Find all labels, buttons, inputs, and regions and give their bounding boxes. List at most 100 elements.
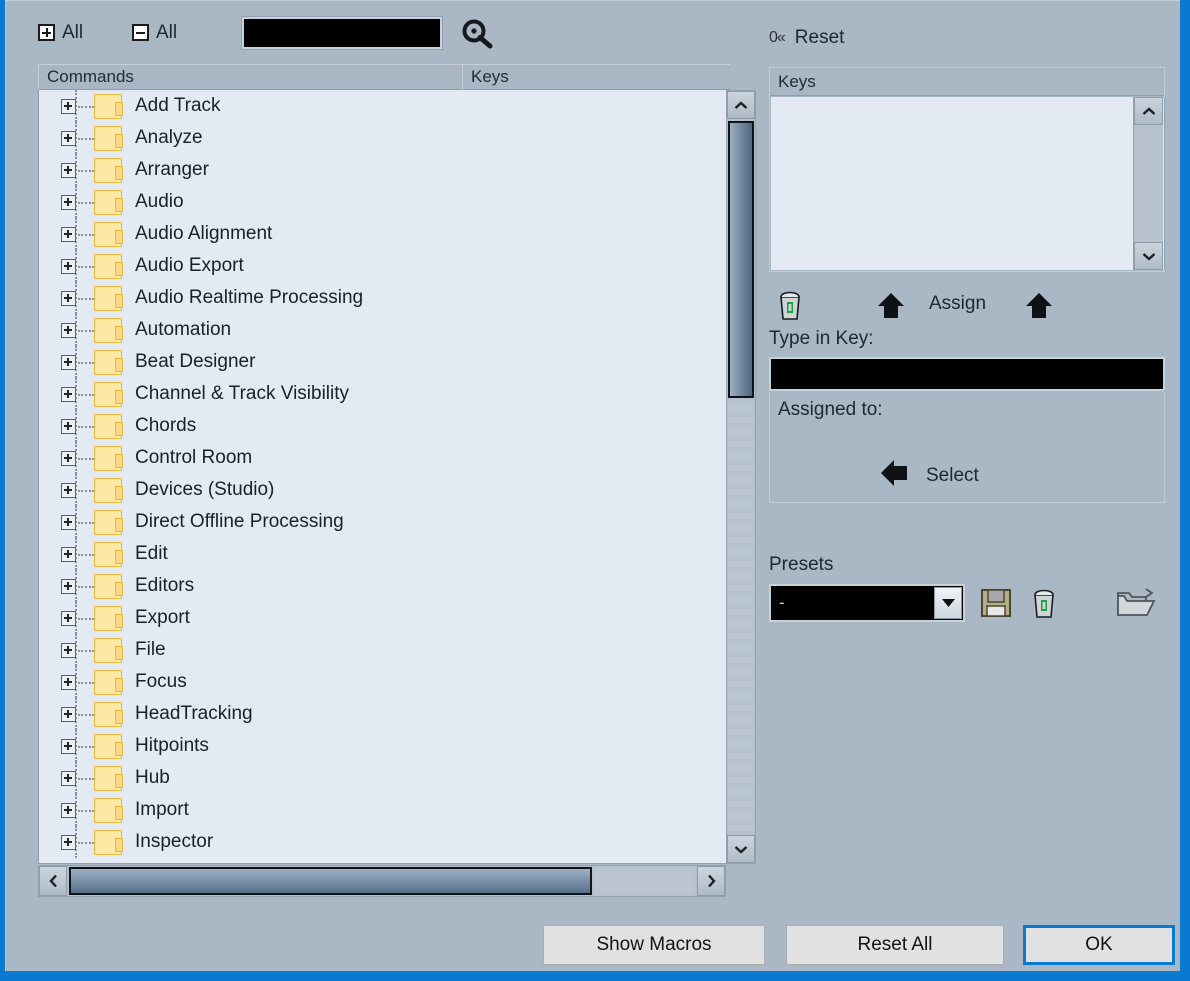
tree-row[interactable]: File bbox=[39, 634, 730, 666]
expand-toggle-icon[interactable] bbox=[61, 674, 76, 690]
folder-icon bbox=[94, 125, 123, 151]
tree-item-label: File bbox=[135, 639, 166, 660]
scrollbar-track-horizontal[interactable] bbox=[594, 867, 695, 895]
toolbar: All All bbox=[6, 1, 1180, 59]
expand-all-button[interactable]: All bbox=[38, 23, 83, 42]
scroll-left-button[interactable] bbox=[39, 866, 67, 896]
expand-toggle-icon[interactable] bbox=[61, 770, 76, 786]
expand-toggle-icon[interactable] bbox=[61, 642, 76, 658]
expand-toggle-icon[interactable] bbox=[61, 418, 76, 434]
scroll-down-button[interactable] bbox=[727, 835, 755, 863]
tree-row[interactable]: Hitpoints bbox=[39, 730, 730, 762]
type-in-key-input[interactable] bbox=[771, 359, 1163, 389]
commands-list-horizontal-scrollbar[interactable] bbox=[38, 865, 726, 897]
expand-toggle-icon[interactable] bbox=[61, 610, 76, 626]
expand-toggle-icon[interactable] bbox=[61, 226, 76, 242]
folder-icon bbox=[94, 157, 123, 183]
tree-dotted-connector bbox=[78, 521, 94, 524]
search-input[interactable] bbox=[244, 19, 440, 47]
assign-up-arrow-left-icon[interactable] bbox=[875, 290, 907, 322]
expand-toggle-icon[interactable] bbox=[61, 386, 76, 402]
keys-scroll-down-button[interactable] bbox=[1134, 242, 1163, 270]
expand-toggle-icon[interactable] bbox=[61, 546, 76, 562]
search-icon[interactable] bbox=[461, 19, 495, 49]
scrollbar-thumb-horizontal[interactable] bbox=[69, 867, 592, 895]
tree-row[interactable]: Export bbox=[39, 602, 730, 634]
column-header-commands[interactable]: Commands bbox=[38, 64, 462, 90]
type-in-key-label: Type in Key: bbox=[769, 328, 874, 349]
tree-row[interactable]: Focus bbox=[39, 666, 730, 698]
scroll-up-button[interactable] bbox=[727, 91, 755, 119]
scrollbar-thumb-vertical[interactable] bbox=[728, 121, 754, 398]
presets-dropdown[interactable]: - bbox=[769, 584, 965, 622]
reset-button[interactable]: 0« Reset bbox=[769, 27, 844, 49]
tree-dotted-connector bbox=[78, 713, 94, 716]
assign-up-arrow-right-icon[interactable] bbox=[1023, 290, 1055, 322]
collapse-all-button[interactable]: All bbox=[132, 23, 177, 42]
tree-row[interactable]: Audio bbox=[39, 186, 730, 218]
tree-row[interactable]: Arranger bbox=[39, 154, 730, 186]
show-macros-button[interactable]: Show Macros bbox=[543, 925, 765, 965]
tree-row[interactable]: Chords bbox=[39, 410, 730, 442]
expand-toggle-icon[interactable] bbox=[61, 322, 76, 338]
chevron-down-icon[interactable] bbox=[934, 587, 962, 619]
expand-toggle-icon[interactable] bbox=[61, 450, 76, 466]
open-preset-folder-icon[interactable] bbox=[1116, 587, 1156, 619]
tree-item-label: Focus bbox=[135, 671, 187, 692]
tree-row[interactable]: Automation bbox=[39, 314, 730, 346]
tree-row[interactable]: Direct Offline Processing bbox=[39, 506, 730, 538]
scroll-right-button[interactable] bbox=[697, 866, 725, 896]
expand-toggle-icon[interactable] bbox=[61, 738, 76, 754]
expand-toggle-icon[interactable] bbox=[61, 194, 76, 210]
expand-toggle-icon[interactable] bbox=[61, 290, 76, 306]
type-in-key-field-wrapper[interactable] bbox=[769, 357, 1165, 391]
expand-toggle-icon[interactable] bbox=[61, 834, 76, 850]
expand-toggle-icon[interactable] bbox=[61, 354, 76, 370]
tree-dotted-connector bbox=[78, 553, 94, 556]
tree-row[interactable]: Edit bbox=[39, 538, 730, 570]
reset-all-button[interactable]: Reset All bbox=[786, 925, 1004, 965]
tree-row[interactable]: Audio Export bbox=[39, 250, 730, 282]
tree-dotted-connector bbox=[78, 329, 94, 332]
expand-toggle-icon[interactable] bbox=[61, 578, 76, 594]
expand-toggle-icon[interactable] bbox=[61, 130, 76, 146]
tree-row[interactable]: Analyze bbox=[39, 122, 730, 154]
tree-row[interactable]: Channel & Track Visibility bbox=[39, 378, 730, 410]
tree-row[interactable]: HeadTracking bbox=[39, 698, 730, 730]
expand-toggle-icon[interactable] bbox=[61, 706, 76, 722]
expand-toggle-icon[interactable] bbox=[61, 482, 76, 498]
tree-dotted-connector bbox=[78, 169, 94, 172]
expand-toggle-icon[interactable] bbox=[61, 514, 76, 530]
column-header-keys[interactable]: Keys bbox=[462, 64, 730, 90]
tree-row[interactable]: Audio Realtime Processing bbox=[39, 282, 730, 314]
commands-list[interactable]: Add Track Analyze Arranger Audio Audio Align… bbox=[38, 90, 730, 864]
tree-row[interactable]: Control Room bbox=[39, 442, 730, 474]
commands-list-vertical-scrollbar[interactable] bbox=[726, 90, 756, 864]
tree-row[interactable]: Hub bbox=[39, 762, 730, 794]
expand-toggle-icon[interactable] bbox=[61, 162, 76, 178]
folder-icon bbox=[94, 93, 123, 119]
expand-toggle-icon[interactable] bbox=[61, 802, 76, 818]
scrollbar-track-vertical[interactable] bbox=[728, 399, 754, 833]
tree-row[interactable]: Inspector bbox=[39, 826, 730, 858]
tree-row[interactable]: Editors bbox=[39, 570, 730, 602]
expand-toggle-icon[interactable] bbox=[61, 98, 76, 114]
assigned-keys-list[interactable] bbox=[771, 97, 1165, 270]
folder-icon bbox=[94, 317, 123, 343]
search-field-wrapper[interactable] bbox=[241, 16, 443, 50]
tree-row[interactable]: Beat Designer bbox=[39, 346, 730, 378]
select-button[interactable]: Select bbox=[878, 457, 979, 494]
expand-toggle-icon[interactable] bbox=[61, 258, 76, 274]
delete-preset-icon[interactable] bbox=[1028, 587, 1060, 621]
delete-key-icon[interactable] bbox=[774, 289, 806, 323]
ok-button[interactable]: OK bbox=[1023, 925, 1175, 965]
tree-row[interactable]: Audio Alignment bbox=[39, 218, 730, 250]
tree-row[interactable]: Import bbox=[39, 794, 730, 826]
assign-label[interactable]: Assign bbox=[929, 293, 986, 315]
keys-scroll-up-button[interactable] bbox=[1134, 97, 1163, 125]
assigned-keys-scrollbar[interactable] bbox=[1133, 97, 1163, 270]
tree-row[interactable]: Add Track bbox=[39, 90, 730, 122]
tree-dotted-connector bbox=[78, 393, 94, 396]
tree-row[interactable]: Devices (Studio) bbox=[39, 474, 730, 506]
save-preset-icon[interactable] bbox=[980, 587, 1012, 619]
